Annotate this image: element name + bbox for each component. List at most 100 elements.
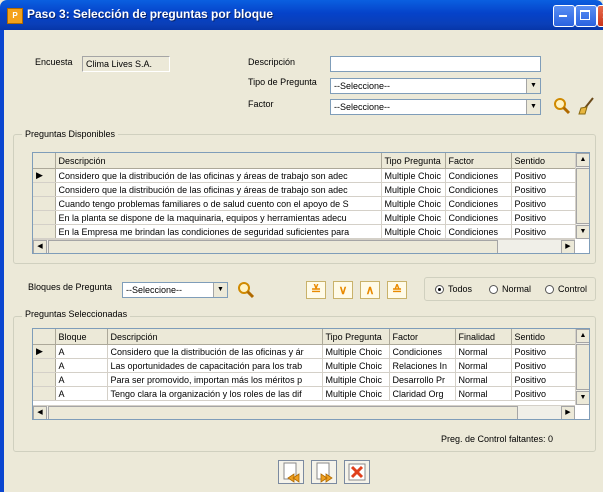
table-row[interactable]: A Tengo clara la organización y los role… [33,386,576,401]
cell-tipo[interactable]: Multiple Choic [322,372,390,387]
scroll-down-icon[interactable]: ▼ [576,225,589,239]
cell-descripcion[interactable]: Considero que la distribución de las ofi… [55,168,382,183]
cell-descripcion[interactable]: En la planta se dispone de la maquinaria… [55,210,382,225]
maximize-button[interactable] [575,5,597,27]
cell-sentido[interactable]: Positivo [511,344,576,359]
radio-todos[interactable] [435,285,444,294]
chevron-down-icon[interactable]: ▼ [526,100,540,114]
table-row[interactable]: En la planta se dispone de la maquinaria… [33,210,576,225]
cell-factor[interactable]: Condiciones [445,182,512,197]
table-row[interactable]: Considero que la distribución de las ofi… [33,182,576,197]
minimize-button[interactable] [553,5,575,27]
cell-sentido[interactable]: Positivo [511,196,576,211]
cell-sentido[interactable]: Positivo [511,358,576,373]
scroll-down-icon[interactable]: ▼ [576,391,589,405]
column-header[interactable]: Descripción [55,153,382,169]
cell-descripcion[interactable]: Considero que la distribución de las ofi… [55,182,382,197]
scroll-thumb[interactable] [48,406,518,419]
cell-sentido[interactable]: Positivo [511,168,576,183]
horizontal-scrollbar[interactable]: ◀ ▶ [33,239,575,253]
cell-tipo[interactable]: Multiple Choic [322,358,390,373]
scroll-thumb[interactable] [48,240,498,253]
vertical-scrollbar[interactable]: ▲ ▼ [575,329,589,405]
cell-factor[interactable]: Desarrollo Pr [389,372,456,387]
column-header[interactable]: Bloque [55,329,108,345]
bloques-select[interactable]: --Seleccione-- ▼ [122,282,228,298]
move-all-down-button[interactable]: ≚ [306,281,326,299]
cell-descripcion[interactable]: Cuando tengo problemas familiares o de s… [55,196,382,211]
cell-factor[interactable]: Condiciones [445,168,512,183]
move-up-button[interactable]: ∧ [360,281,380,299]
cell-finalidad[interactable]: Normal [455,358,512,373]
cell-tipo[interactable]: Multiple Choic [381,182,446,197]
column-header[interactable]: Finalidad [455,329,512,345]
radio-normal[interactable] [489,285,498,294]
column-header[interactable]: Sentido [511,153,576,169]
cell-tipo[interactable]: Multiple Choic [322,386,390,401]
cell-factor[interactable]: Condiciones [389,344,456,359]
cell-sentido[interactable]: Positivo [511,372,576,387]
column-header[interactable]: Factor [389,329,456,345]
row-selector[interactable] [33,372,56,387]
factor-select[interactable]: --Seleccione-- ▼ [330,99,541,115]
cell-factor[interactable]: Relaciones In [389,358,456,373]
cell-sentido[interactable]: Positivo [511,210,576,225]
tipo-pregunta-select[interactable]: --Seleccione-- ▼ [330,78,541,94]
row-selector[interactable] [33,224,56,239]
close-window-button[interactable]: × [597,5,603,27]
radio-control[interactable] [545,285,554,294]
scroll-thumb[interactable] [576,344,589,390]
table-row[interactable]: Cuando tengo problemas familiares o de s… [33,196,576,211]
column-header[interactable]: Factor [445,153,512,169]
cell-factor[interactable]: Condiciones [445,196,512,211]
scroll-right-icon[interactable]: ▶ [561,240,575,253]
table-row[interactable]: ▶ Considero que la distribución de las o… [33,168,576,183]
scroll-up-icon[interactable]: ▲ [576,329,589,343]
horizontal-scrollbar[interactable]: ◀ ▶ [33,405,575,419]
row-selector[interactable] [33,182,56,197]
scroll-left-icon[interactable]: ◀ [33,240,47,253]
vertical-scrollbar[interactable]: ▲ ▼ [575,153,589,239]
back-button[interactable] [278,460,304,484]
scroll-up-icon[interactable]: ▲ [576,153,589,167]
cell-bloque[interactable]: A [55,372,108,387]
cell-sentido[interactable]: Positivo [511,182,576,197]
table-row[interactable]: En la Empresa me brindan las condiciones… [33,224,576,239]
column-header[interactable]: Tipo Pregunta [322,329,390,345]
cell-bloque[interactable]: A [55,344,108,359]
row-selector[interactable] [33,386,56,401]
search-button[interactable] [552,96,572,116]
cell-tipo[interactable]: Multiple Choic [381,168,446,183]
row-selector[interactable] [33,210,56,225]
cell-factor[interactable]: Claridad Org [389,386,456,401]
cell-tipo[interactable]: Multiple Choic [381,224,446,239]
cell-factor[interactable]: Condiciones [445,210,512,225]
cell-tipo[interactable]: Multiple Choic [322,344,390,359]
cell-descripcion[interactable]: Considero que la distribución de las ofi… [107,344,323,359]
column-header[interactable]: Descripción [107,329,323,345]
move-down-button[interactable]: ∨ [333,281,353,299]
table-row[interactable]: A Las oportunidades de capacitación para… [33,358,576,373]
scroll-left-icon[interactable]: ◀ [33,406,47,419]
table-row[interactable]: A Para ser promovido, importan más los m… [33,372,576,387]
cell-sentido[interactable]: Positivo [511,386,576,401]
column-header[interactable]: Tipo Pregunta [381,153,446,169]
row-selector[interactable] [33,196,56,211]
cell-finalidad[interactable]: Normal [455,372,512,387]
scroll-right-icon[interactable]: ▶ [561,406,575,419]
search-bloques-button[interactable] [236,280,256,300]
cell-descripcion[interactable]: En la Empresa me brindan las condiciones… [55,224,382,239]
cell-finalidad[interactable]: Normal [455,344,512,359]
cell-factor[interactable]: Condiciones [445,224,512,239]
cell-bloque[interactable]: A [55,386,108,401]
cell-descripcion[interactable]: Las oportunidades de capacitación para l… [107,358,323,373]
cancel-button[interactable] [344,460,370,484]
clear-filters-button[interactable] [577,96,597,116]
row-selector[interactable] [33,358,56,373]
descripcion-input[interactable] [330,56,541,72]
cell-bloque[interactable]: A [55,358,108,373]
cell-descripcion[interactable]: Para ser promovido, importan más los mér… [107,372,323,387]
cell-tipo[interactable]: Multiple Choic [381,210,446,225]
cell-sentido[interactable]: Positivo [511,224,576,239]
table-row[interactable]: ▶ A Considero que la distribución de las… [33,344,576,359]
